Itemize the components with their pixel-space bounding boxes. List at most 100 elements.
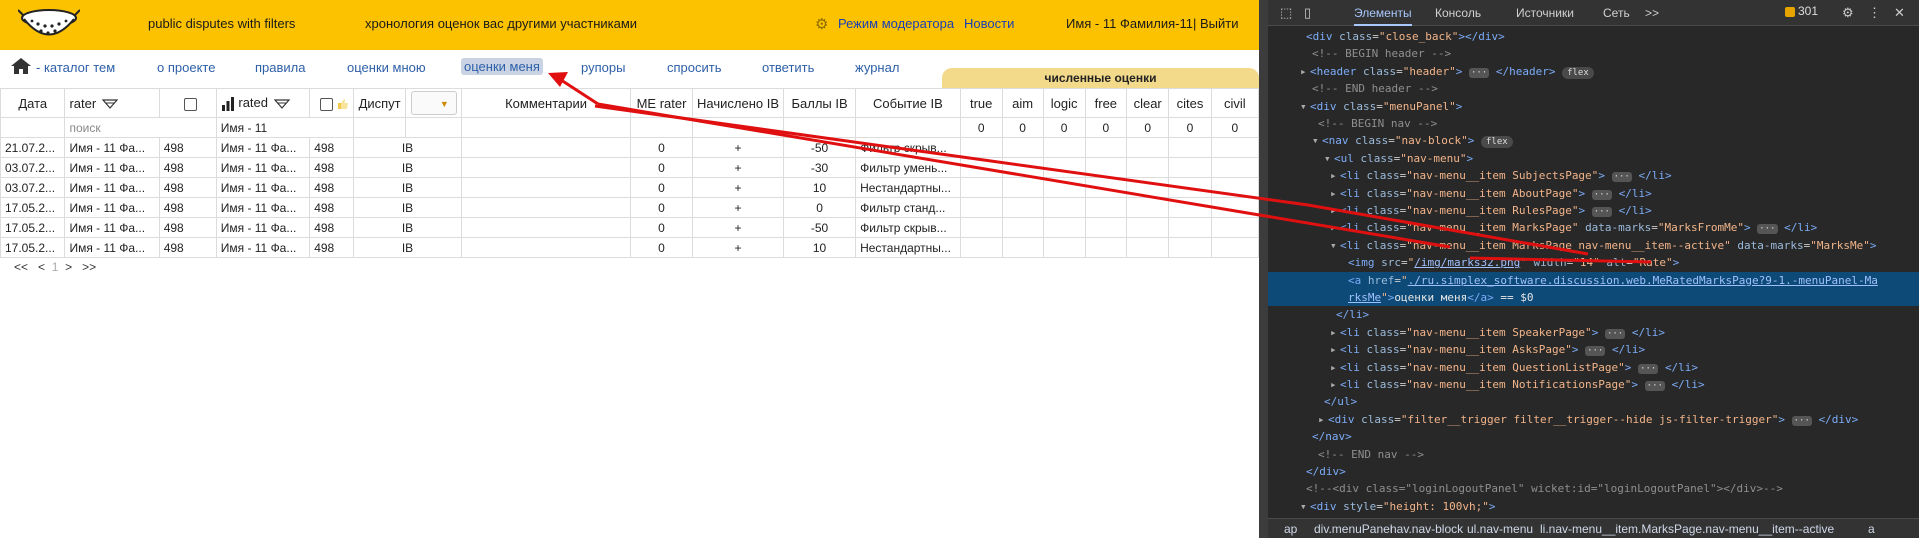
- col-rated[interactable]: rated: [215, 88, 311, 118]
- news-link[interactable]: Новости: [964, 16, 1014, 31]
- col-rater[interactable]: rater: [64, 88, 160, 118]
- table-row[interactable]: 17.05.2... Имя - 11 Фа... 498 Имя - 11 Фа..…: [0, 237, 1259, 258]
- dom-node-line[interactable]: </ul>: [1268, 393, 1919, 410]
- col-comments[interactable]: Комментарии: [461, 88, 631, 118]
- col-rated-check[interactable]: [309, 88, 354, 118]
- dom-node-line[interactable]: ▾ <div class="menuPanel">: [1268, 98, 1919, 115]
- filter-cites[interactable]: 0: [1168, 117, 1212, 138]
- dom-node-line[interactable]: ▾ <nav class="nav-block"> flex: [1268, 132, 1919, 149]
- row-rated[interactable]: Имя - 11 Фа...: [215, 177, 311, 198]
- nav-item-journal[interactable]: журнал: [855, 60, 899, 75]
- tab-sources[interactable]: Источники: [1516, 6, 1574, 20]
- dom-node-line[interactable]: ▸ <li class="nav-menu__item RulesPage"> ·…: [1268, 202, 1919, 219]
- table-row[interactable]: 03.07.2... Имя - 11 Фа... 498 Имя - 11 Фа..…: [0, 157, 1259, 178]
- bar-chart-icon[interactable]: [221, 96, 235, 111]
- row-rater[interactable]: Имя - 11 Фа...: [64, 137, 160, 158]
- dom-node-line[interactable]: ▸ <li class="nav-menu__item MarksPage" da…: [1268, 219, 1919, 236]
- crumb-5[interactable]: a: [1868, 522, 1875, 536]
- filter-logic[interactable]: 0: [1042, 117, 1086, 138]
- nav-item-catalog[interactable]: - каталог тем: [36, 60, 115, 75]
- col-true[interactable]: true: [959, 88, 1003, 118]
- dom-node-line[interactable]: <!-- BEGIN header -->: [1268, 45, 1919, 62]
- row-rater[interactable]: Имя - 11 Фа...: [64, 157, 160, 178]
- nav-item-rules[interactable]: правила: [255, 60, 305, 75]
- dom-node-line[interactable]: rksMe">оценки меня</a> == $0: [1268, 289, 1919, 307]
- col-clear[interactable]: clear: [1125, 88, 1170, 118]
- row-rater[interactable]: Имя - 11 Фа...: [64, 217, 160, 238]
- filter-aim[interactable]: 0: [1001, 117, 1044, 138]
- col-points[interactable]: Баллы IB: [783, 88, 857, 118]
- rated-filter-input[interactable]: Имя - 11: [215, 117, 354, 138]
- pager-prev[interactable]: <: [38, 260, 45, 274]
- col-free[interactable]: free: [1084, 88, 1127, 118]
- col-dispute-select[interactable]: ▼: [405, 88, 463, 118]
- dom-node-line[interactable]: </div>: [1268, 463, 1919, 480]
- dom-node-line[interactable]: ▸ <li class="nav-menu__item SpeakerPage">…: [1268, 324, 1919, 341]
- dom-node-line[interactable]: <!-- END nav -->: [1268, 446, 1919, 463]
- pager-next[interactable]: >: [65, 260, 72, 274]
- table-row[interactable]: 21.07.2... Имя - 11 Фа... 498 Имя - 11 Фа..…: [0, 137, 1259, 158]
- dom-node-line[interactable]: <img src="/img/marks32.png" width="14" a…: [1268, 254, 1919, 271]
- col-accrued[interactable]: Начислено IB: [692, 88, 785, 118]
- user-logout[interactable]: Имя - 11 Фамилия-11| Выйти: [1066, 16, 1239, 31]
- col-me-rater[interactable]: ME rater: [629, 88, 694, 118]
- col-event[interactable]: Событие IB: [855, 88, 961, 118]
- row-rater[interactable]: Имя - 11 Фа...: [64, 177, 160, 198]
- rater-checkbox[interactable]: [184, 97, 198, 111]
- row-rated[interactable]: Имя - 11 Фа...: [215, 157, 311, 178]
- crumb-0[interactable]: ap: [1284, 522, 1297, 536]
- more-tabs-button[interactable]: >>: [1645, 6, 1659, 20]
- gear-icon[interactable]: ⚙: [1842, 5, 1854, 21]
- pager-last[interactable]: >>: [82, 260, 96, 274]
- nav-item-ask[interactable]: спросить: [667, 60, 722, 75]
- col-date[interactable]: Дата: [0, 88, 66, 118]
- dom-node-line[interactable]: ▸ <li class="nav-menu__item AsksPage"> ··…: [1268, 341, 1919, 358]
- filter-free[interactable]: 0: [1084, 117, 1127, 138]
- table-row[interactable]: 03.07.2... Имя - 11 Фа... 498 Имя - 11 Фа..…: [0, 177, 1259, 198]
- dom-node-line[interactable]: ▸ <div class="filter__trigger filter__tri…: [1268, 411, 1919, 428]
- nav-item-speakers[interactable]: рупоры: [581, 60, 625, 75]
- tab-elements[interactable]: Элементы: [1354, 6, 1412, 26]
- table-row[interactable]: 17.05.2... Имя - 11 Фа... 498 Имя - 11 Фа..…: [0, 197, 1259, 218]
- dom-node-line[interactable]: ▸ <li class="nav-menu__item Notifications…: [1268, 376, 1919, 393]
- dom-node-line[interactable]: ▾ <ul class="nav-menu">: [1268, 150, 1919, 167]
- gear-icon[interactable]: ⚙: [815, 17, 831, 33]
- crumb-1[interactable]: div.menuPanel: [1314, 522, 1393, 536]
- moderator-mode-link[interactable]: Режим модератора: [838, 16, 954, 31]
- nav-item-answer[interactable]: ответить: [762, 60, 814, 75]
- inspect-icon[interactable]: ⬚: [1280, 5, 1292, 21]
- nav-item-marks-from-me[interactable]: оценки мною: [347, 60, 426, 75]
- rater-search-input[interactable]: поиск: [64, 117, 217, 138]
- nav-item-about[interactable]: о проекте: [157, 60, 215, 75]
- dom-node-line[interactable]: ▾ <li class="nav-menu__item MarksPage nav…: [1268, 237, 1919, 254]
- dom-node-line[interactable]: ▸ <header class="header"> ··· </header> f…: [1268, 63, 1919, 80]
- rated-checkbox[interactable]: [320, 97, 334, 111]
- tab-console[interactable]: Консоль: [1435, 6, 1481, 20]
- dom-node-line[interactable]: </nav>: [1268, 428, 1919, 445]
- kebab-menu-icon[interactable]: ⋮: [1868, 5, 1881, 21]
- col-rater-check[interactable]: [158, 88, 217, 118]
- dom-node-line[interactable]: <div class="close_back"></div>: [1268, 28, 1919, 45]
- row-rated[interactable]: Имя - 11 Фа...: [215, 137, 311, 158]
- row-rated[interactable]: Имя - 11 Фа...: [215, 197, 311, 218]
- filter-civil[interactable]: 0: [1210, 117, 1259, 138]
- dom-node-line[interactable]: ▸ <li class="nav-menu__item QuestionListP…: [1268, 359, 1919, 376]
- home-icon[interactable]: [10, 57, 32, 75]
- thumb-icon[interactable]: [337, 98, 349, 110]
- nav-item-marks-me[interactable]: оценки меня: [461, 58, 543, 75]
- dom-node-line[interactable]: ▾ <div style="height: 100vh;">: [1268, 498, 1919, 515]
- filter-true[interactable]: 0: [959, 117, 1003, 138]
- dom-node-line[interactable]: <!--<div class="loginLogoutPanel" wicket…: [1268, 480, 1919, 497]
- filter-icon[interactable]: [274, 99, 290, 109]
- table-row[interactable]: 17.05.2... Имя - 11 Фа... 498 Имя - 11 Фа..…: [0, 217, 1259, 238]
- close-icon[interactable]: ✕: [1894, 5, 1905, 21]
- row-rated[interactable]: Имя - 11 Фа...: [215, 217, 311, 238]
- device-toggle-icon[interactable]: ▯: [1304, 5, 1311, 21]
- dispute-dropdown[interactable]: ▼: [410, 91, 457, 115]
- col-dispute[interactable]: Диспут: [352, 88, 407, 118]
- tab-network[interactable]: Сеть: [1603, 6, 1630, 20]
- dom-node-line[interactable]: ▸ <li class="nav-menu__item AboutPage"> ·…: [1268, 185, 1919, 202]
- pager-first[interactable]: <<: [14, 260, 28, 274]
- col-cites[interactable]: cites: [1168, 88, 1212, 118]
- col-civil[interactable]: civil: [1210, 88, 1259, 118]
